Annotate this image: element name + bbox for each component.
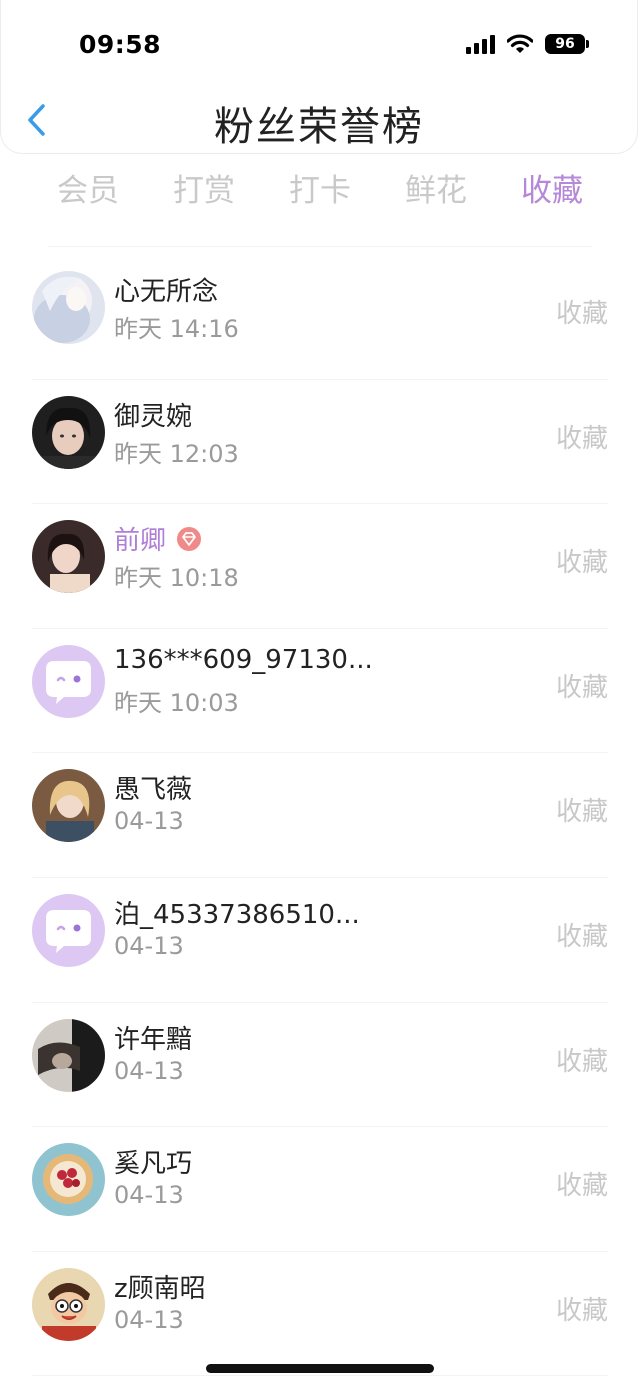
favorite-time: 昨天 14:16: [114, 315, 239, 343]
tab-favorites[interactable]: 收藏: [496, 168, 608, 216]
action-label: 收藏: [555, 921, 608, 952]
favorite-time: 04-13: [114, 807, 184, 836]
list-item[interactable]: 许年黯 04-13 收藏: [32, 1003, 608, 1128]
action-label: 收藏: [555, 1295, 608, 1326]
tab-tips[interactable]: 打赏: [148, 168, 260, 216]
user-name: 许年黯: [114, 1024, 193, 1055]
list-item[interactable]: 136***609_97130... 昨天 10:03 收藏: [32, 629, 608, 754]
favorite-time: 04-13: [114, 931, 184, 960]
battery-icon: 96: [545, 34, 589, 54]
list-item[interactable]: 前卿 昨天 10:18 收藏: [32, 504, 608, 629]
user-name: 136***609_97130...: [114, 644, 373, 675]
home-indicator[interactable]: [206, 1364, 434, 1373]
user-name: 愚飞薇: [114, 775, 193, 806]
battery-level: 96: [555, 36, 575, 52]
list-item[interactable]: 泊_45337386510... 04-13 收藏: [32, 878, 608, 1003]
signal-icon: [466, 34, 495, 54]
tab-flowers[interactable]: 鲜花: [380, 168, 492, 216]
user-name: 泊_45337386510...: [114, 899, 360, 930]
action-label: 收藏: [555, 672, 608, 703]
action-label: 收藏: [555, 797, 608, 828]
favorite-time: 昨天 12:03: [114, 439, 239, 468]
wifi-icon: [507, 34, 533, 53]
favorite-time: 04-13: [114, 1305, 184, 1334]
list-item[interactable]: 心无所念 昨天 14:16 收藏: [32, 255, 608, 380]
tab-checkin[interactable]: 打卡: [264, 168, 376, 216]
user-name: 奚凡巧: [114, 1149, 193, 1180]
user-name: z顾南昭: [114, 1273, 206, 1304]
fan-list: 心无所念 昨天 14:16 收藏 御灵婉 昨天 12:03 收藏 前卿 昨天 1…: [0, 255, 640, 1377]
default-chat-avatar[interactable]: [32, 893, 105, 967]
top-bar: 09:58 96 粉丝荣誉榜: [0, 0, 638, 154]
favorite-time: 昨天 10:18: [114, 564, 239, 593]
tab-divider: [48, 246, 592, 247]
user-avatar[interactable]: [32, 395, 105, 469]
favorite-time: 04-13: [114, 1181, 184, 1210]
status-icons: 96: [466, 34, 589, 54]
action-label: 收藏: [555, 299, 608, 329]
list-item[interactable]: 奚凡巧 04-13 收藏: [32, 1127, 608, 1252]
user-name: 前卿: [114, 526, 167, 557]
user-name: 御灵婉: [114, 401, 193, 432]
user-avatar[interactable]: [32, 271, 105, 344]
diamond-badge-icon: [177, 526, 202, 551]
action-label: 收藏: [555, 423, 608, 454]
list-item[interactable]: z顾南昭 04-13 收藏: [32, 1252, 608, 1377]
tab-members[interactable]: 会员: [32, 168, 144, 216]
user-avatar[interactable]: [32, 1143, 105, 1217]
list-item[interactable]: 愚飞薇 04-13 收藏: [32, 753, 608, 878]
cartoon-avatar[interactable]: [32, 1267, 105, 1341]
user-name-row: 前卿: [114, 520, 202, 557]
status-time: 09:58: [79, 30, 162, 59]
default-chat-avatar[interactable]: [32, 644, 105, 718]
favorite-time: 04-13: [114, 1056, 184, 1085]
user-avatar[interactable]: [32, 769, 105, 843]
action-label: 收藏: [555, 1046, 608, 1077]
user-avatar[interactable]: [32, 520, 105, 594]
favorite-time: 昨天 10:03: [114, 688, 239, 717]
tab-bar: 会员 打赏 打卡 鲜花 收藏: [32, 168, 608, 216]
action-label: 收藏: [555, 1171, 608, 1202]
page-title: 粉丝荣誉榜: [214, 104, 424, 150]
user-avatar[interactable]: [32, 1018, 105, 1092]
user-name: 心无所念: [114, 277, 219, 307]
action-label: 收藏: [555, 548, 608, 579]
list-item[interactable]: 御灵婉 昨天 12:03 收藏: [32, 380, 608, 505]
